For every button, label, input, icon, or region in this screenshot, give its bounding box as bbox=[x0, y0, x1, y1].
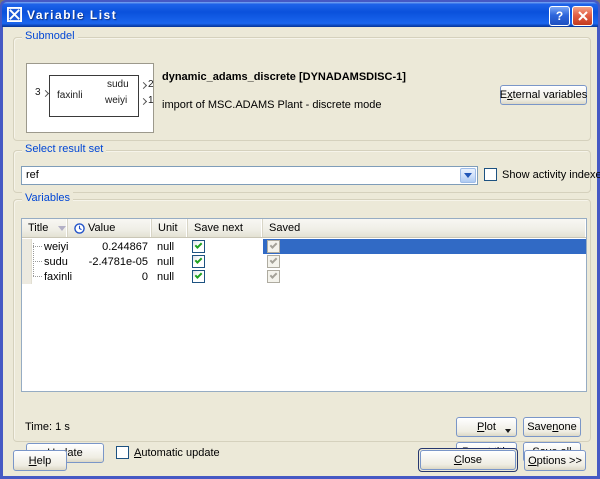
close-button[interactable]: Close bbox=[420, 450, 516, 470]
table-row[interactable]: weiyi 0.244867 null bbox=[22, 239, 586, 254]
variable-unit: null bbox=[152, 271, 188, 283]
saved-checkbox bbox=[267, 255, 280, 268]
table-row[interactable]: faxinli 0 null bbox=[22, 269, 586, 284]
table-row[interactable]: sudu -2.4781e-05 null bbox=[22, 254, 586, 269]
help-button[interactable]: Help bbox=[13, 450, 67, 471]
title-bar[interactable]: Variable List ? bbox=[2, 2, 598, 27]
output-port-top-arrow-icon bbox=[140, 82, 147, 89]
combobox-dropdown-button[interactable] bbox=[460, 168, 476, 183]
saved-checkbox bbox=[267, 240, 280, 253]
block-output-top-label: sudu bbox=[107, 79, 129, 90]
save-next-checkbox[interactable] bbox=[192, 270, 205, 283]
column-header-title[interactable]: Title bbox=[22, 219, 68, 237]
sort-desc-icon bbox=[58, 226, 66, 231]
saved-cell[interactable] bbox=[263, 269, 586, 284]
row-gutter bbox=[22, 254, 32, 269]
variable-name: weiyi bbox=[44, 241, 68, 253]
show-activity-indexes-label: Show activity indexes bbox=[502, 169, 600, 181]
variable-list-dialog: Variable List ? Submodel faxinli sudu we… bbox=[0, 0, 600, 479]
input-port-arrow-icon bbox=[42, 90, 49, 97]
tree-branch-icon bbox=[33, 276, 42, 277]
check-icon bbox=[195, 271, 203, 279]
check-icon bbox=[195, 241, 203, 249]
clock-icon bbox=[74, 223, 85, 234]
variable-value: -2.4781e-05 bbox=[68, 256, 152, 268]
column-header-save-next[interactable]: Save next bbox=[188, 219, 263, 237]
close-button-default-ring: Close bbox=[418, 448, 518, 472]
plot-menu-arrow-icon bbox=[505, 429, 511, 433]
tree-branch-icon bbox=[33, 246, 42, 247]
show-activity-indexes-checkbox[interactable] bbox=[484, 168, 497, 181]
dialog-body: Submodel faxinli sudu weiyi 3 2 1 dynami… bbox=[3, 27, 597, 476]
plot-button[interactable]: Plot bbox=[456, 417, 517, 437]
save-next-checkbox[interactable] bbox=[192, 240, 205, 253]
row-gutter bbox=[22, 239, 32, 254]
variables-group: Variables Title Value U bbox=[13, 199, 591, 442]
result-set-group-title: Select result set bbox=[22, 143, 106, 156]
output-port-bottom-arrow-icon bbox=[140, 98, 147, 105]
close-icon bbox=[578, 11, 588, 21]
variables-table[interactable]: Title Value Unit Save next bbox=[21, 218, 587, 392]
input-port-number: 3 bbox=[35, 87, 41, 98]
output-port-bottom-number: 1 bbox=[148, 95, 154, 106]
check-icon bbox=[270, 271, 278, 279]
app-icon bbox=[7, 7, 22, 22]
check-icon bbox=[270, 256, 278, 264]
options-button[interactable]: Options >> bbox=[524, 450, 586, 471]
check-icon bbox=[195, 256, 203, 264]
model-title: dynamic_adams_discrete [DYNADAMSDISC-1] bbox=[162, 71, 406, 83]
output-port-top-number: 2 bbox=[148, 79, 154, 90]
tree-branch-icon bbox=[33, 261, 42, 262]
window-title: Variable List bbox=[27, 8, 117, 22]
saved-cell-selected[interactable] bbox=[263, 239, 586, 254]
variable-name: sudu bbox=[44, 256, 68, 268]
saved-checkbox bbox=[267, 270, 280, 283]
combobox-value: ref bbox=[26, 169, 39, 181]
saved-cell[interactable] bbox=[263, 254, 586, 269]
result-set-group: Select result set ref Show activity inde… bbox=[13, 150, 591, 193]
check-icon bbox=[270, 241, 278, 249]
variable-value: 0.244867 bbox=[68, 241, 152, 253]
time-label: Time: 1 s bbox=[25, 421, 70, 433]
row-gutter bbox=[22, 269, 32, 284]
automatic-update-label: Automatic update bbox=[134, 447, 220, 459]
external-variables-button[interactable]: External variables bbox=[500, 85, 587, 105]
column-header-saved[interactable]: Saved bbox=[263, 219, 586, 237]
help-titlebar-button[interactable]: ? bbox=[549, 6, 570, 26]
automatic-update-checkbox[interactable] bbox=[116, 446, 129, 459]
block-output-bottom-label: weiyi bbox=[105, 95, 127, 106]
table-header: Title Value Unit Save next bbox=[22, 219, 586, 238]
model-subtitle: import of MSC.ADAMS Plant - discrete mod… bbox=[162, 99, 381, 111]
save-next-checkbox[interactable] bbox=[192, 255, 205, 268]
result-set-combobox[interactable]: ref bbox=[21, 166, 478, 185]
submodel-group: Submodel faxinli sudu weiyi 3 2 1 dynami… bbox=[13, 37, 591, 141]
variable-value: 0 bbox=[68, 271, 152, 283]
block-name-label: faxinli bbox=[57, 90, 83, 101]
chevron-down-icon bbox=[464, 173, 472, 178]
question-icon: ? bbox=[556, 9, 563, 23]
submodel-group-title: Submodel bbox=[22, 30, 78, 43]
variable-unit: null bbox=[152, 241, 188, 253]
variable-unit: null bbox=[152, 256, 188, 268]
save-none-button[interactable]: Save none bbox=[523, 417, 581, 437]
variables-group-title: Variables bbox=[22, 192, 73, 205]
close-titlebar-button[interactable] bbox=[572, 6, 593, 26]
column-header-unit[interactable]: Unit bbox=[152, 219, 188, 237]
column-header-value[interactable]: Value bbox=[68, 219, 152, 237]
submodel-diagram: faxinli sudu weiyi 3 2 1 bbox=[26, 63, 154, 133]
